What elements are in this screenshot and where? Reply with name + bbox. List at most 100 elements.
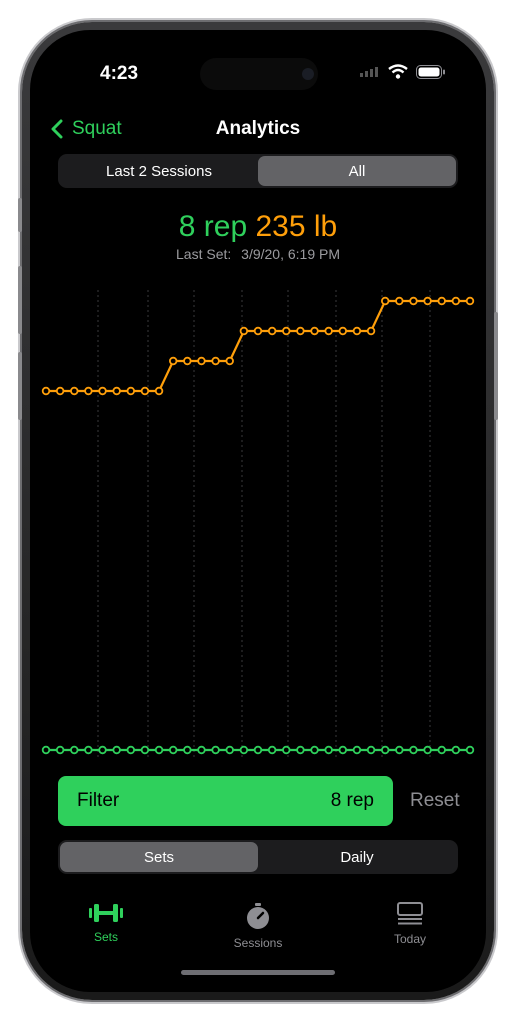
reps-point[interactable] [70,745,79,755]
weight-point[interactable] [98,386,107,396]
weight-point[interactable] [282,326,291,336]
reps-point[interactable] [126,745,135,755]
reps-point[interactable] [437,745,446,755]
weight-point[interactable] [465,296,475,306]
battery-icon [416,64,445,79]
camera-icon [302,68,314,80]
weight-point[interactable] [253,326,263,336]
weight-point[interactable] [183,356,192,366]
side-button-volume-down [18,352,22,420]
range-segmented-control: Last 2 Sessions All [58,154,458,188]
screen: 4:23 Squat Analytics Last 2 Sessions All… [30,30,486,992]
reps-point[interactable] [409,745,418,755]
tab-sets[interactable]: Sets [30,902,182,950]
segment-sets[interactable]: Sets [60,842,258,872]
reps-point[interactable] [395,745,404,755]
last-set-info: Last Set: 3/9/20, 6:19 PM [30,246,486,262]
summary-weight: 235 lb [255,210,338,243]
analytics-chart [41,290,475,758]
reps-point[interactable] [267,745,277,755]
reps-point[interactable] [225,745,234,755]
weight-point[interactable] [211,356,220,366]
status-icons [360,64,446,79]
series-line-weight [46,299,470,393]
page-title: Analytics [215,118,301,139]
wifi-icon [388,64,408,79]
summary-reps: 8 rep [178,210,248,243]
weight-point[interactable] [366,326,376,336]
weight-point[interactable] [225,356,234,366]
reps-point[interactable] [112,745,121,755]
view-segmented-control: Sets Daily [58,840,458,874]
last-set-label: Last Set: [176,246,232,262]
reps-point[interactable] [253,745,263,755]
reps-point[interactable] [154,745,164,755]
reps-point[interactable] [239,745,249,755]
segment-last-2-sessions[interactable]: Last 2 Sessions [60,156,258,186]
reps-point[interactable] [310,745,319,755]
weight-point[interactable] [168,356,178,366]
reps-point[interactable] [55,745,65,755]
reps-point[interactable] [324,745,333,755]
weight-point[interactable] [381,296,390,306]
weight-point[interactable] [437,296,446,306]
weight-point[interactable] [423,296,432,306]
summary-headline: 8 rep 235 lb [30,210,486,244]
reps-point[interactable] [98,745,107,755]
tab-sessions[interactable]: Sessions [182,902,334,950]
weight-point[interactable] [395,296,404,306]
reps-point[interactable] [140,745,150,755]
reps-point[interactable] [423,745,432,755]
weight-point[interactable] [239,326,249,336]
weight-point[interactable] [197,356,206,366]
weight-point[interactable] [154,386,164,396]
weight-point[interactable] [84,386,93,396]
status-time: 4:23 [100,63,139,84]
reps-point[interactable] [211,745,220,755]
side-button-action [18,198,22,232]
tab-today-label: Today [393,932,427,946]
reps-point[interactable] [168,745,178,755]
weight-point[interactable] [409,296,418,306]
weight-point[interactable] [451,296,461,306]
reps-point[interactable] [41,745,51,755]
list-icon [397,902,423,925]
weight-point[interactable] [55,386,65,396]
dynamic-island [200,58,318,90]
side-button-power [494,312,498,420]
tab-sessions-label: Sessions [233,936,283,950]
filter-value: 8 rep [330,790,374,811]
weight-point[interactable] [310,326,319,336]
reps-point[interactable] [381,745,390,755]
reps-point[interactable] [338,745,347,755]
tab-bar: Sets Sessions Today [30,902,486,950]
segment-daily[interactable]: Daily [258,842,456,872]
home-indicator[interactable] [181,970,335,975]
reps-point[interactable] [183,745,192,755]
reps-point[interactable] [366,745,376,755]
filter-label: Filter [77,790,120,811]
reps-point[interactable] [296,745,305,755]
weight-point[interactable] [41,386,51,396]
reps-point[interactable] [352,745,362,755]
cellular-icon [360,66,378,77]
reps-point[interactable] [197,745,206,755]
last-set-value: 3/9/20, 6:19 PM [241,246,340,262]
weight-point[interactable] [296,326,305,336]
segment-all[interactable]: All [258,156,456,186]
reps-point[interactable] [282,745,291,755]
reps-point[interactable] [465,745,475,755]
weight-point[interactable] [112,386,121,396]
weight-point[interactable] [267,326,277,336]
filter-button[interactable]: Filter 8 rep [58,776,393,826]
weight-point[interactable] [70,386,79,396]
reset-button[interactable]: Reset [410,790,460,812]
weight-point[interactable] [126,386,135,396]
tab-today[interactable]: Today [334,902,486,950]
reps-point[interactable] [451,745,461,755]
weight-point[interactable] [338,326,347,336]
weight-point[interactable] [140,386,150,396]
weight-point[interactable] [352,326,362,336]
weight-point[interactable] [324,326,333,336]
reps-point[interactable] [84,745,93,755]
